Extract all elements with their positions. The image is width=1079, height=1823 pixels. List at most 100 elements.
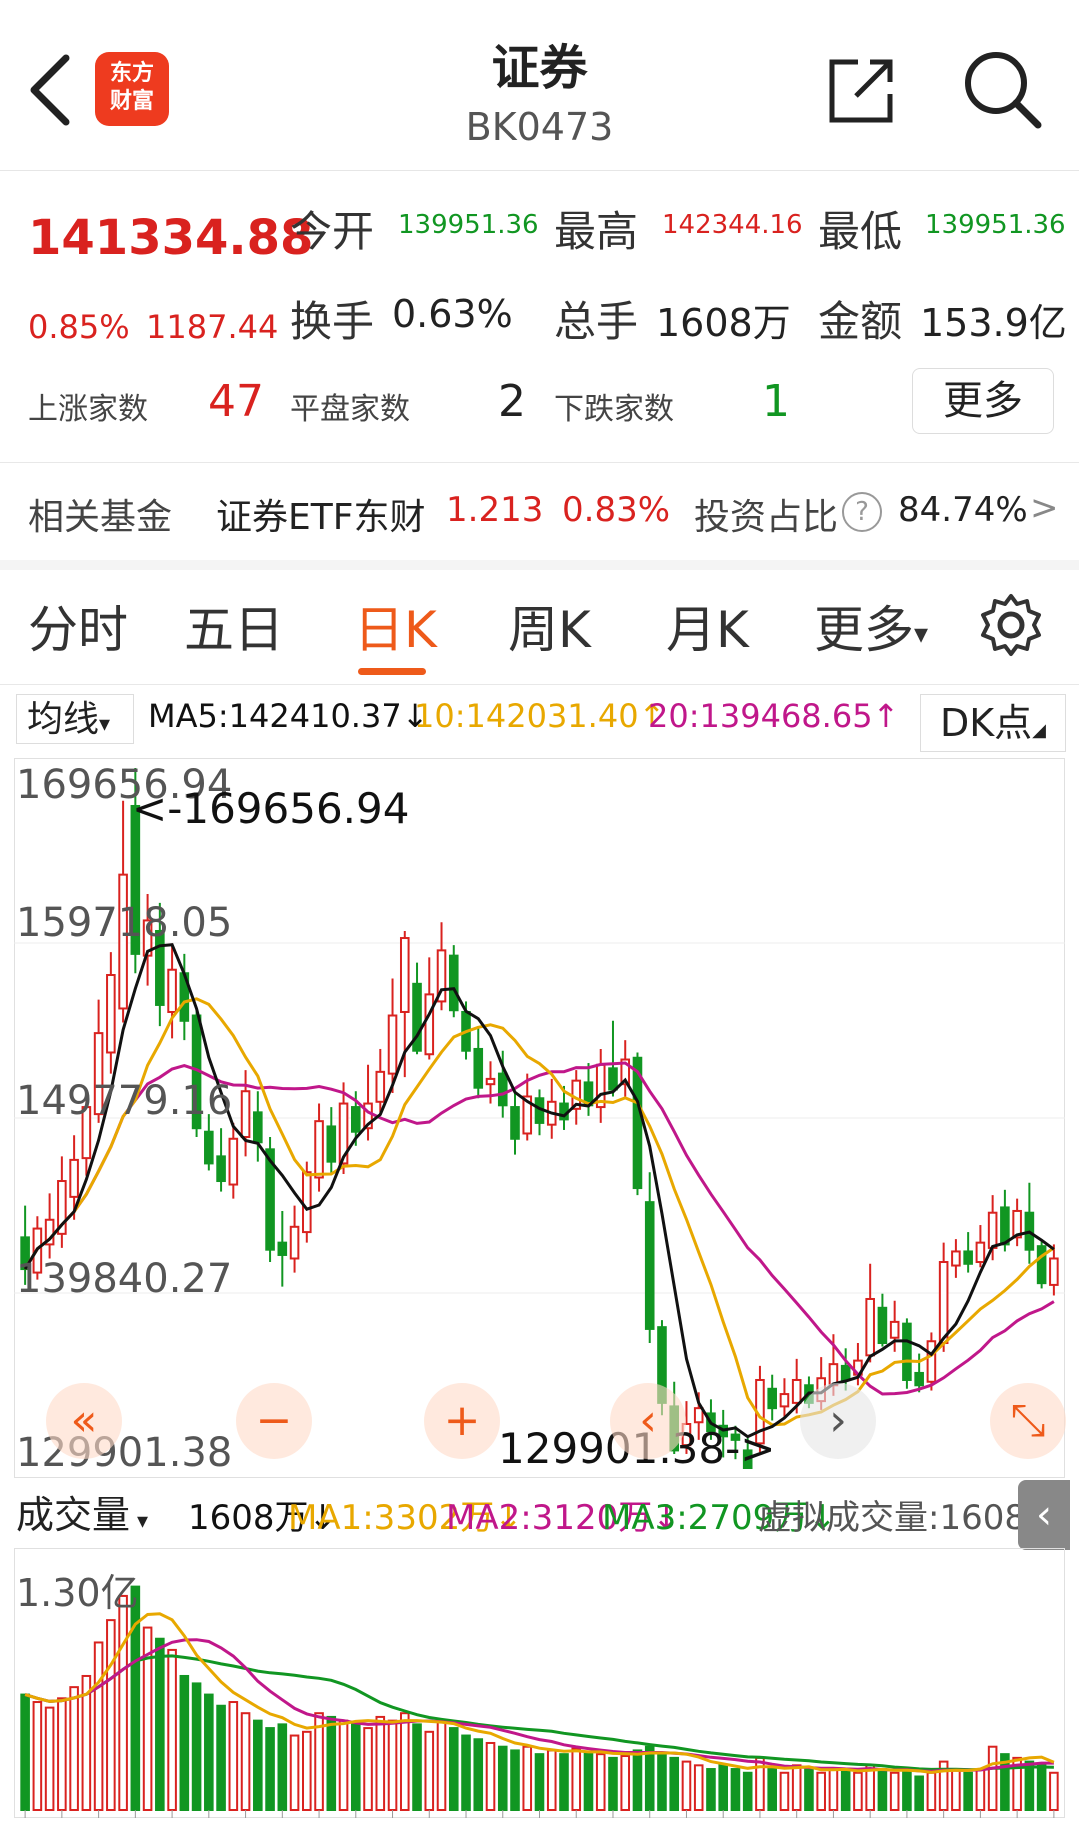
settings-gear-icon[interactable] [978, 592, 1044, 658]
up-count: 47 [208, 376, 264, 427]
scroll-right-button[interactable]: › [800, 1383, 876, 1459]
candle-body [951, 1250, 961, 1267]
more-button[interactable]: 更多 [912, 368, 1054, 434]
volume-bar [204, 1693, 214, 1811]
volume-bar [853, 1771, 863, 1811]
section-gap [0, 560, 1079, 570]
candle-body [510, 1106, 520, 1140]
volume-bar [289, 1734, 300, 1812]
dk-point-button[interactable]: DK点◢ [920, 694, 1066, 752]
candle-body [791, 1378, 802, 1404]
volume-bar [951, 1768, 961, 1812]
open-label: 今开 [290, 207, 375, 256]
zoom-out-button[interactable]: − [236, 1383, 312, 1459]
volume-bar [902, 1769, 912, 1812]
candle-body [485, 1077, 496, 1086]
volume-bar [987, 1745, 998, 1811]
amount-label: 金额 [818, 297, 903, 346]
volume-bar [742, 1771, 753, 1811]
chevron-right-icon[interactable]: > [1030, 488, 1059, 528]
volume-bar [559, 1753, 569, 1811]
candle-body [889, 1320, 900, 1339]
related-fund-label: 相关基金 [28, 497, 173, 538]
candle-body [375, 1070, 386, 1103]
up-count-label: 上涨家数 [28, 392, 148, 427]
candle-body [840, 1364, 851, 1381]
tab-monthly-k[interactable]: 月K [666, 590, 749, 662]
volume-bar [706, 1768, 716, 1812]
volume-bar [730, 1768, 741, 1812]
candle-body [167, 968, 177, 1013]
volume-bar [216, 1704, 226, 1811]
volume-bar [546, 1749, 557, 1811]
investment-ratio-label: 投资占比 [694, 497, 839, 538]
volume-bar [302, 1730, 312, 1811]
volume-bar [375, 1715, 386, 1811]
expand-icon[interactable]: ⤡ [990, 1383, 1066, 1459]
candle-body [938, 1261, 949, 1345]
collapse-panel-button[interactable]: ‹ [1018, 1480, 1070, 1550]
scroll-left-button[interactable]: ‹ [610, 1383, 686, 1459]
candle-body [240, 1090, 251, 1139]
volume-bar [277, 1723, 288, 1811]
volume-bar [240, 1712, 251, 1811]
volume-ma3-line [24, 1654, 1054, 1772]
volume-bar [865, 1764, 875, 1811]
volume-bar [448, 1727, 459, 1811]
divider [0, 462, 1079, 463]
volume-bar [44, 1706, 55, 1811]
candle-body [902, 1322, 912, 1381]
page-title: 证券 [491, 40, 588, 96]
candle-body [497, 1072, 508, 1107]
candle-body [448, 954, 459, 1012]
tab-daily-k[interactable]: 日K [354, 590, 437, 662]
amount-value: 153.9亿 [920, 301, 1067, 345]
candle-body [779, 1393, 790, 1408]
zoom-in-button[interactable]: + [424, 1383, 500, 1459]
volume-label: 总手 [554, 297, 639, 346]
search-icon[interactable] [960, 45, 1046, 131]
open-value: 139951.36 [398, 210, 539, 240]
candle-body [216, 1155, 226, 1183]
tab-more-label: 更多 [814, 601, 914, 659]
rewind-button[interactable]: « [46, 1383, 122, 1459]
tab-more[interactable]: 更多▾ [814, 590, 928, 662]
fund-name[interactable]: 证券ETF东财 [216, 488, 425, 540]
flat-count-label: 平盘家数 [290, 392, 410, 427]
candle-body [877, 1306, 888, 1345]
volume-bar [69, 1686, 79, 1811]
volume-bar [681, 1760, 692, 1812]
volume-selector[interactable]: 成交量 ▾ [16, 1488, 184, 1542]
ma5-legend: MA5:142410.37↓ [148, 697, 429, 735]
volume-bar [571, 1747, 582, 1811]
volume-bar [693, 1764, 704, 1811]
volume-bar [93, 1641, 104, 1812]
ma-selector[interactable]: 均线▾ [16, 694, 134, 744]
virtual-volume: 虚拟成交量:1608万 [758, 1498, 1060, 1538]
volume-bar [338, 1719, 349, 1811]
volume-bar [118, 1594, 128, 1811]
volume-bar [399, 1712, 410, 1811]
candle-body [1000, 1206, 1010, 1246]
volume-bar [975, 1768, 986, 1812]
top-bar: 东方 财富 证券 BK0473 [0, 0, 1079, 171]
volume-value: 1608万 [656, 301, 791, 345]
volume-bar [791, 1764, 802, 1811]
help-icon[interactable]: ? [842, 492, 882, 532]
tab-weekly-k[interactable]: 周K [508, 590, 591, 662]
turnover-value: 0.63% [392, 292, 513, 336]
high-label: 最高 [554, 207, 639, 256]
volume-bar [1049, 1771, 1059, 1811]
volume-bar [57, 1697, 67, 1811]
tab-five-day[interactable]: 五日 [184, 590, 284, 662]
share-icon[interactable] [822, 50, 902, 130]
dropdown-triangle-icon: ▾ [914, 617, 929, 650]
volume-bar [350, 1723, 361, 1811]
candle-body [289, 1225, 300, 1260]
tab-intraday[interactable]: 分时 [28, 590, 128, 662]
volume-bar [326, 1715, 337, 1811]
volume-bar [228, 1701, 239, 1811]
candle-body [914, 1371, 924, 1387]
candle-body [1036, 1245, 1047, 1285]
volume-ma2-line [24, 1638, 1054, 1773]
